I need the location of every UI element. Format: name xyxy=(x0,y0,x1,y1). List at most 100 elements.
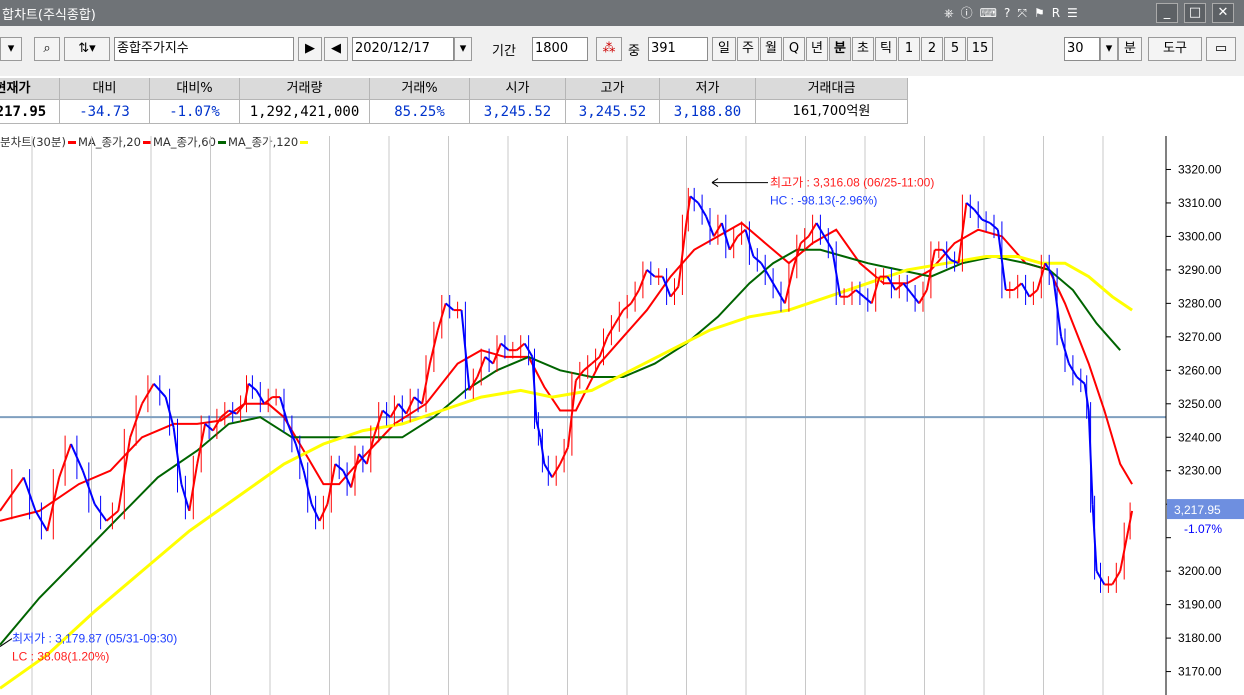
interval-button[interactable]: 주 xyxy=(737,37,759,61)
price-segment xyxy=(1091,504,1098,572)
low-lc-label: LC : 38.08(1.20%) xyxy=(12,650,109,664)
interval-button[interactable]: 5 xyxy=(944,37,966,61)
price-segment xyxy=(105,510,119,522)
price-segment xyxy=(575,369,585,382)
price-segment xyxy=(697,202,707,217)
legend-item: MA_종가,60 xyxy=(152,135,216,149)
overlap-icon[interactable]: ⁂ xyxy=(596,37,622,61)
folder-icon[interactable]: ▭ xyxy=(1206,37,1236,61)
quote-header: 시가 xyxy=(470,78,566,100)
price-segment xyxy=(468,376,479,391)
legend-chart-name: 분차트(30분) xyxy=(0,135,66,149)
menu-icon[interactable]: ☰ xyxy=(1067,6,1079,20)
date-dropdown-icon[interactable]: ▾ xyxy=(454,37,472,61)
price-segment xyxy=(965,202,975,211)
r-icon[interactable]: R xyxy=(1052,6,1061,20)
interval-button[interactable]: 1 xyxy=(898,37,920,61)
quote-value: -34.73 xyxy=(60,100,150,124)
interval-button[interactable]: Q xyxy=(783,37,805,61)
title-bar: 합차트(주식종합) ⎈ ⓘ ⌨? ⤧ ⚑ R ☰ _ □ ✕ xyxy=(0,0,1244,26)
price-segment xyxy=(1095,570,1106,586)
price-segment xyxy=(247,382,258,392)
price-segment xyxy=(551,463,561,478)
interval-button[interactable]: 월 xyxy=(760,37,782,61)
interval-button[interactable]: 초 xyxy=(852,37,874,61)
info-icon[interactable]: ⓘ xyxy=(961,6,974,20)
symbol-input[interactable]: 종합주가지수 xyxy=(114,37,294,61)
headset-icon[interactable]: ⎈ xyxy=(944,6,955,20)
help-icon[interactable]: ? xyxy=(1004,6,1011,20)
quote-value: 3,217.95 xyxy=(0,100,60,124)
quote-header: 대비% xyxy=(150,78,240,100)
price-segment xyxy=(847,289,857,298)
play-icon[interactable]: ▶ xyxy=(298,37,322,61)
interval-button[interactable]: 분 xyxy=(829,37,851,61)
quote-header: 현재가 xyxy=(0,78,60,100)
price-segment xyxy=(918,289,928,304)
y-tick-label: 3170.00 xyxy=(1178,665,1222,679)
price-segment xyxy=(989,222,999,231)
price-segment xyxy=(1087,410,1094,505)
price-segment xyxy=(910,292,920,305)
high-label: 최고가 : 3,316.08 (06/25-11:00) xyxy=(770,176,934,190)
chat-icon[interactable]: ⌨ xyxy=(980,6,998,20)
interval-button[interactable]: 년 xyxy=(806,37,828,61)
interval-button[interactable]: 2 xyxy=(921,37,943,61)
price-segment xyxy=(559,446,569,465)
price-segment xyxy=(894,282,904,291)
price-segment xyxy=(0,476,25,512)
price-segment xyxy=(925,249,936,291)
price-segment xyxy=(646,269,656,278)
minimize-button[interactable]: _ xyxy=(1156,3,1178,23)
price-segment xyxy=(516,342,526,351)
interval-dropdown-icon[interactable]: ▾ xyxy=(1100,37,1118,61)
price-segment xyxy=(791,242,802,271)
price-segment xyxy=(1036,262,1047,291)
flag-icon[interactable]: ⚑ xyxy=(1034,6,1046,20)
price-segment xyxy=(58,443,72,478)
price-segment xyxy=(902,282,912,294)
price-segment xyxy=(196,423,207,465)
quote-value: 3,245.52 xyxy=(470,100,566,124)
high-arrow-head xyxy=(711,178,719,188)
back-icon[interactable]: ◀ xyxy=(324,37,348,61)
title-icons: ⎈ ⓘ ⌨? ⤧ ⚑ R ☰ xyxy=(944,4,1085,21)
price-segment xyxy=(436,303,447,331)
y-tick-label: 3250.00 xyxy=(1178,397,1222,411)
y-tick-label: 3280.00 xyxy=(1178,296,1222,310)
maximize-button[interactable]: □ xyxy=(1184,3,1206,23)
price-segment xyxy=(358,453,368,465)
period-input[interactable]: 1800 xyxy=(532,37,588,61)
price-segment xyxy=(863,295,873,305)
price-segment xyxy=(705,215,715,237)
search-icon[interactable]: ⌕ xyxy=(34,37,60,61)
price-segment xyxy=(22,477,37,512)
price-segment xyxy=(172,427,183,485)
y-tick-label: 3230.00 xyxy=(1178,464,1222,478)
price-segment xyxy=(614,309,625,324)
interval-button[interactable]: 틱 xyxy=(875,37,897,61)
list-icon[interactable]: ⇅▾ xyxy=(64,37,110,61)
interval-input[interactable]: 30 xyxy=(1064,37,1100,61)
price-segment xyxy=(492,343,502,364)
overlap-input[interactable]: 391 xyxy=(648,37,708,61)
price-segment xyxy=(500,342,510,351)
price-segment xyxy=(598,336,609,358)
price-segment xyxy=(855,289,865,298)
quote-value: 161,700억원 xyxy=(756,100,908,124)
price-segment xyxy=(1119,530,1130,572)
interval-button[interactable]: 일 xyxy=(712,37,736,61)
legend-swatch xyxy=(67,141,76,144)
unit-button[interactable]: 분 xyxy=(1118,37,1142,61)
price-segment xyxy=(286,423,297,445)
legend-swatch xyxy=(142,141,151,144)
dropdown-arrow-icon[interactable]: ▾ xyxy=(0,37,22,61)
interval-button[interactable]: 15 xyxy=(967,37,993,61)
quote-value: -1.07% xyxy=(150,100,240,124)
price-segment xyxy=(445,302,455,311)
tools-button[interactable]: 도구 xyxy=(1148,37,1202,61)
date-input[interactable]: 2020/12/17 xyxy=(352,37,454,61)
close-button[interactable]: ✕ xyxy=(1212,3,1234,23)
price-segment xyxy=(279,396,289,425)
expand-icon[interactable]: ⤧ xyxy=(1017,6,1028,20)
